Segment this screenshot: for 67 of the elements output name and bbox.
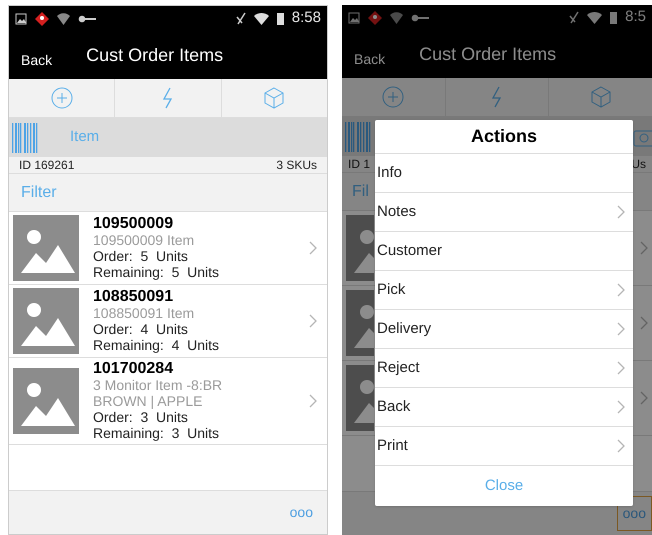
- back-button[interactable]: Back: [9, 40, 52, 70]
- item-number: 101700284: [93, 361, 174, 377]
- dialog-title: Actions: [470, 125, 537, 148]
- order-id: ID 169261: [19, 157, 74, 174]
- item-description: 108850091 Item: [93, 305, 196, 321]
- chevron-right-icon: [640, 391, 648, 405]
- status-time: 8:5: [625, 7, 646, 28]
- chevron-right-icon: [617, 439, 625, 453]
- alert-diamond-icon: [368, 10, 382, 24]
- action-item[interactable]: Pick: [375, 271, 633, 310]
- action-item[interactable]: Customer: [375, 232, 633, 271]
- plus-circle-icon: [382, 86, 404, 108]
- action-item[interactable]: Print: [375, 427, 633, 466]
- battery-icon: [610, 11, 618, 24]
- item-row[interactable]: 108850091 108850091 Item Order: 4 Units Remaining: 4 Units: [9, 285, 327, 358]
- image-placeholder-icon: [13, 288, 79, 354]
- action-item[interactable]: Info: [375, 154, 633, 193]
- chevron-right-icon: [640, 241, 648, 255]
- cube-icon: [263, 87, 286, 109]
- remaining-quantity: Remaining: 3 Units: [93, 425, 220, 441]
- key-icon: [78, 14, 96, 22]
- chevron-right-icon: [617, 322, 625, 336]
- wifi-icon: [254, 12, 269, 24]
- chevron-right-icon: [617, 361, 625, 375]
- scan-label: Item: [70, 127, 100, 148]
- chevron-right-icon: [309, 394, 317, 408]
- item-number: 109500009: [93, 216, 174, 232]
- remaining-quantity: Remaining: 4 Units: [93, 337, 220, 353]
- chevron-right-icon: [617, 283, 625, 297]
- item-description: 3 Monitor Item -8:BR: [93, 377, 224, 393]
- chevron-right-icon: [617, 400, 625, 414]
- chevron-right-icon: [309, 241, 317, 255]
- screen-title: Cust Order Items: [86, 44, 224, 66]
- cube-icon: [590, 86, 612, 108]
- order-id: ID 1: [348, 156, 370, 173]
- chevron-right-icon: [617, 205, 625, 219]
- battery-icon: [276, 12, 284, 25]
- action-item[interactable]: Notes: [375, 193, 633, 232]
- muted-icon: [569, 11, 580, 24]
- item-row[interactable]: 109500009 109500009 Item Order: 5 Units Remaining: 5 Units: [9, 212, 327, 285]
- order-quantity: Order: 4 Units: [93, 321, 189, 337]
- lightning-icon: [162, 87, 174, 109]
- key-icon: [411, 14, 429, 22]
- action-item[interactable]: Delivery: [375, 310, 633, 349]
- item-description: BROWN | APPLE: [93, 393, 204, 409]
- chevron-right-icon: [309, 314, 317, 328]
- status-time: 8:58: [292, 8, 321, 28]
- order-quantity: Order: 3 Units: [93, 409, 189, 425]
- action-item[interactable]: Reject: [375, 349, 633, 388]
- sku-count: 3 SKUs: [276, 157, 317, 174]
- image-icon: [348, 12, 360, 24]
- image-icon: [15, 12, 27, 24]
- order-quantity: Order: 5 Units: [93, 248, 189, 264]
- image-placeholder-icon: [13, 368, 79, 434]
- image-placeholder-icon: [13, 215, 79, 281]
- wifi-icon: [587, 12, 602, 24]
- remaining-quantity: Remaining: 5 Units: [93, 264, 220, 280]
- muted-icon: [236, 12, 246, 25]
- plus-circle-icon: [50, 87, 73, 109]
- alert-diamond-icon: [35, 12, 49, 26]
- screen-title: Cust Order Items: [419, 42, 556, 66]
- action-item[interactable]: Back: [375, 388, 633, 427]
- item-description: 109500009 Item: [93, 232, 196, 248]
- lightning-icon: [491, 86, 503, 108]
- chevron-right-icon: [640, 316, 648, 330]
- back-button[interactable]: Back: [342, 38, 386, 70]
- item-number: 108850091: [93, 289, 174, 305]
